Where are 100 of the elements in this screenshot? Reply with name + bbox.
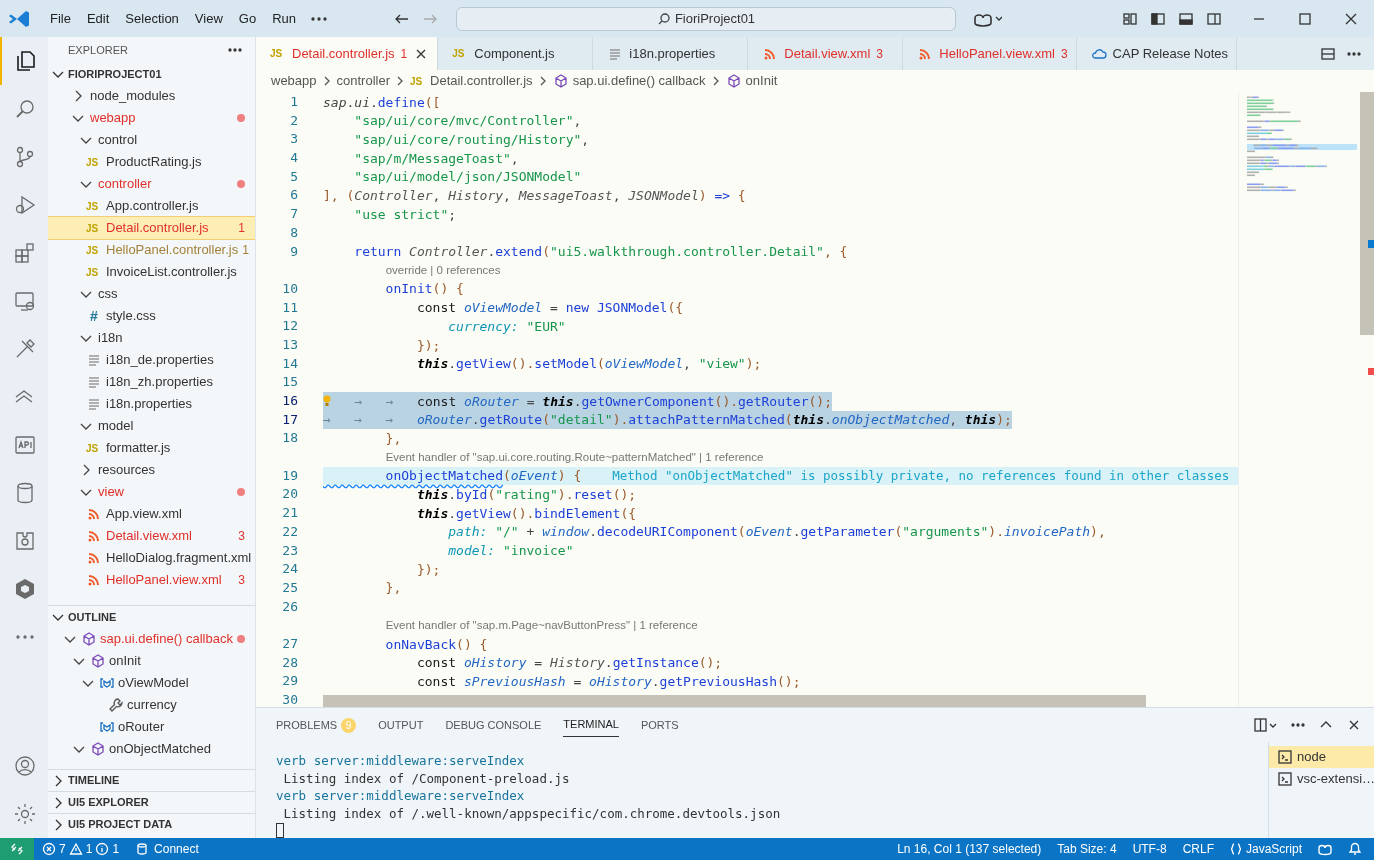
- menu-item[interactable]: View: [186, 8, 231, 29]
- file-tree-item[interactable]: view: [48, 481, 255, 503]
- section-header[interactable]: UI5 EXPLORER: [48, 791, 255, 813]
- outline-item[interactable]: onObjectMatched: [48, 738, 255, 760]
- editor-tab[interactable]: JS Detail.controller.js 1: [256, 37, 439, 70]
- file-tree-item[interactable]: App.view.xml: [48, 503, 255, 525]
- js-file-icon: JS: [86, 440, 102, 456]
- breadcrumb[interactable]: onInit: [725, 71, 778, 91]
- file-tree-item[interactable]: control: [48, 129, 255, 151]
- section-header[interactable]: UI5 PROJECT DATA: [48, 813, 255, 835]
- terminal-icon: [1277, 749, 1293, 765]
- code-line: "sap/ui/model/json/JSONModel": [353, 168, 582, 187]
- cube-icon: [552, 73, 569, 89]
- breadcrumb[interactable]: controller: [336, 71, 390, 91]
- outline-item[interactable]: currency: [48, 694, 255, 716]
- line-number: 14: [281, 354, 298, 373]
- puzzle-icon[interactable]: [13, 529, 37, 553]
- line-number: 18: [281, 429, 298, 448]
- rss-file-icon: [86, 506, 102, 522]
- code-lens[interactable]: override | 0 references: [385, 261, 501, 280]
- section-header[interactable]: OUTLINE: [48, 606, 255, 628]
- panel-tab[interactable]: PROBLEMS 9: [276, 713, 357, 737]
- split-editor-icon[interactable]: [1320, 45, 1336, 62]
- file-tree-item[interactable]: node_modules: [48, 85, 255, 107]
- text-file-icon: [86, 374, 102, 390]
- panel-tab[interactable]: OUTPUT: [378, 713, 424, 737]
- file-tree-item[interactable]: i18n_de.properties: [48, 349, 255, 371]
- outline-item[interactable]: oViewModel: [48, 672, 255, 694]
- breadcrumb[interactable]: webapp: [271, 71, 317, 91]
- code-line: "sap/ui/core/routing/History",: [353, 130, 590, 149]
- code-lens[interactable]: Event handler of "sap.m.Page~navButtonPress" | 1 reference: [385, 616, 698, 635]
- file-tree-item[interactable]: JS Detail.controller.js 1: [48, 217, 255, 239]
- file-tree-item[interactable]: i18n: [48, 327, 255, 349]
- panel-tab[interactable]: DEBUG CONSOLE: [445, 713, 542, 737]
- terminal-list-item[interactable]: node: [1269, 746, 1374, 768]
- file-tree-item[interactable]: i18n_zh.properties: [48, 371, 255, 393]
- file-tree-item[interactable]: i18n.properties: [48, 393, 255, 415]
- line-number: 12: [281, 317, 298, 336]
- status-item[interactable]: JavaScript: [1221, 838, 1310, 860]
- code-lens[interactable]: Event handler of "sap.ui.core.routing.Route~patternMatched" | 1 reference: [385, 448, 764, 467]
- terminal-line: verb server:middleware:serveIndex: [276, 787, 526, 805]
- file-tree-item[interactable]: JS InvoiceList.controller.js: [48, 261, 255, 283]
- horizontal-scrollbar[interactable]: [323, 695, 1146, 707]
- status-item[interactable]: CRLF: [1174, 838, 1222, 860]
- outline-item[interactable]: sap.ui.define() callback: [48, 628, 255, 650]
- sidebar-toggle-icon[interactable]: [1150, 10, 1166, 27]
- sidebar-title: EXPLORER: [68, 42, 128, 58]
- file-tree-item[interactable]: resources: [48, 459, 255, 481]
- status-item[interactable]: Ln 16, Col 1 (137 selected): [889, 838, 1050, 860]
- panel-tab[interactable]: PORTS: [640, 713, 679, 737]
- menu-item[interactable]: Go: [230, 8, 265, 29]
- problems-button[interactable]: 7 1 1: [34, 838, 128, 860]
- status-item[interactable]: Tab Size: 4: [1049, 838, 1125, 860]
- secondary-sidebar-icon[interactable]: [1206, 10, 1222, 27]
- extensions-icon[interactable]: [13, 241, 37, 265]
- run-debug-icon[interactable]: [13, 193, 37, 217]
- api-icon[interactable]: [13, 433, 37, 457]
- file-tree-item[interactable]: JS App.controller.js: [48, 195, 255, 217]
- file-tree-item[interactable]: model: [48, 415, 255, 437]
- text-file-icon: [86, 352, 102, 368]
- file-tree-item[interactable]: JS HelloPanel.controller.js 1: [48, 239, 255, 261]
- code-line: "sap/m/MessageToast",: [353, 149, 519, 168]
- file-tree-item[interactable]: css: [48, 283, 255, 305]
- search-field[interactable]: FioriProject01: [456, 6, 956, 31]
- split-terminal-icon[interactable]: [1254, 717, 1278, 733]
- file-tree-item[interactable]: HelloPanel.view.xml 3: [48, 569, 255, 591]
- section-header[interactable]: TIMELINE: [48, 769, 255, 791]
- hexagon-icon[interactable]: [13, 577, 37, 601]
- outline-item[interactable]: onInit: [48, 650, 255, 672]
- terminal-list-item[interactable]: vsc-extensi…: [1269, 768, 1374, 790]
- menu-item[interactable]: Edit: [78, 8, 118, 29]
- file-tree-item[interactable]: JS formatter.js: [48, 437, 255, 459]
- panel-tab[interactable]: TERMINAL: [563, 713, 619, 737]
- code-line: currency: "EUR": [447, 317, 566, 336]
- cube-icon: [725, 73, 742, 89]
- layout-icon[interactable]: [1122, 10, 1138, 27]
- rss-file-icon: [86, 550, 102, 566]
- line-number: 19: [281, 466, 298, 485]
- outline-item[interactable]: oRouter: [48, 716, 255, 738]
- wrench-icon: [108, 697, 124, 713]
- file-tree-item[interactable]: # style.css: [48, 305, 255, 327]
- menu-item[interactable]: Selection: [117, 8, 187, 29]
- file-tree-item[interactable]: HelloDialog.fragment.xml: [48, 547, 255, 569]
- settings-icon[interactable]: [13, 802, 37, 826]
- file-tree-item[interactable]: Detail.view.xml 3: [48, 525, 255, 547]
- menu-item[interactable]: File: [42, 8, 79, 29]
- file-tree-item[interactable]: controller: [48, 173, 255, 195]
- section-header[interactable]: FIORIPROJECT01: [48, 63, 255, 85]
- remote-button[interactable]: [0, 838, 34, 860]
- panel-toggle-icon[interactable]: [1178, 10, 1194, 27]
- file-tree-item[interactable]: JS ProductRating.js: [48, 151, 255, 173]
- scrollbar-thumb[interactable]: [1360, 92, 1374, 335]
- status-item[interactable]: UTF-8: [1124, 838, 1175, 860]
- menu-item[interactable]: Run: [264, 8, 304, 29]
- account-icon[interactable]: [13, 754, 37, 778]
- breadcrumb[interactable]: sap.ui.define() callback: [552, 71, 706, 91]
- file-tree-item[interactable]: webapp: [48, 107, 255, 129]
- monitor-icon[interactable]: [13, 289, 37, 313]
- breadcrumb[interactable]: JS Detail.controller.js: [410, 71, 533, 91]
- connect-button[interactable]: Connect: [127, 838, 207, 860]
